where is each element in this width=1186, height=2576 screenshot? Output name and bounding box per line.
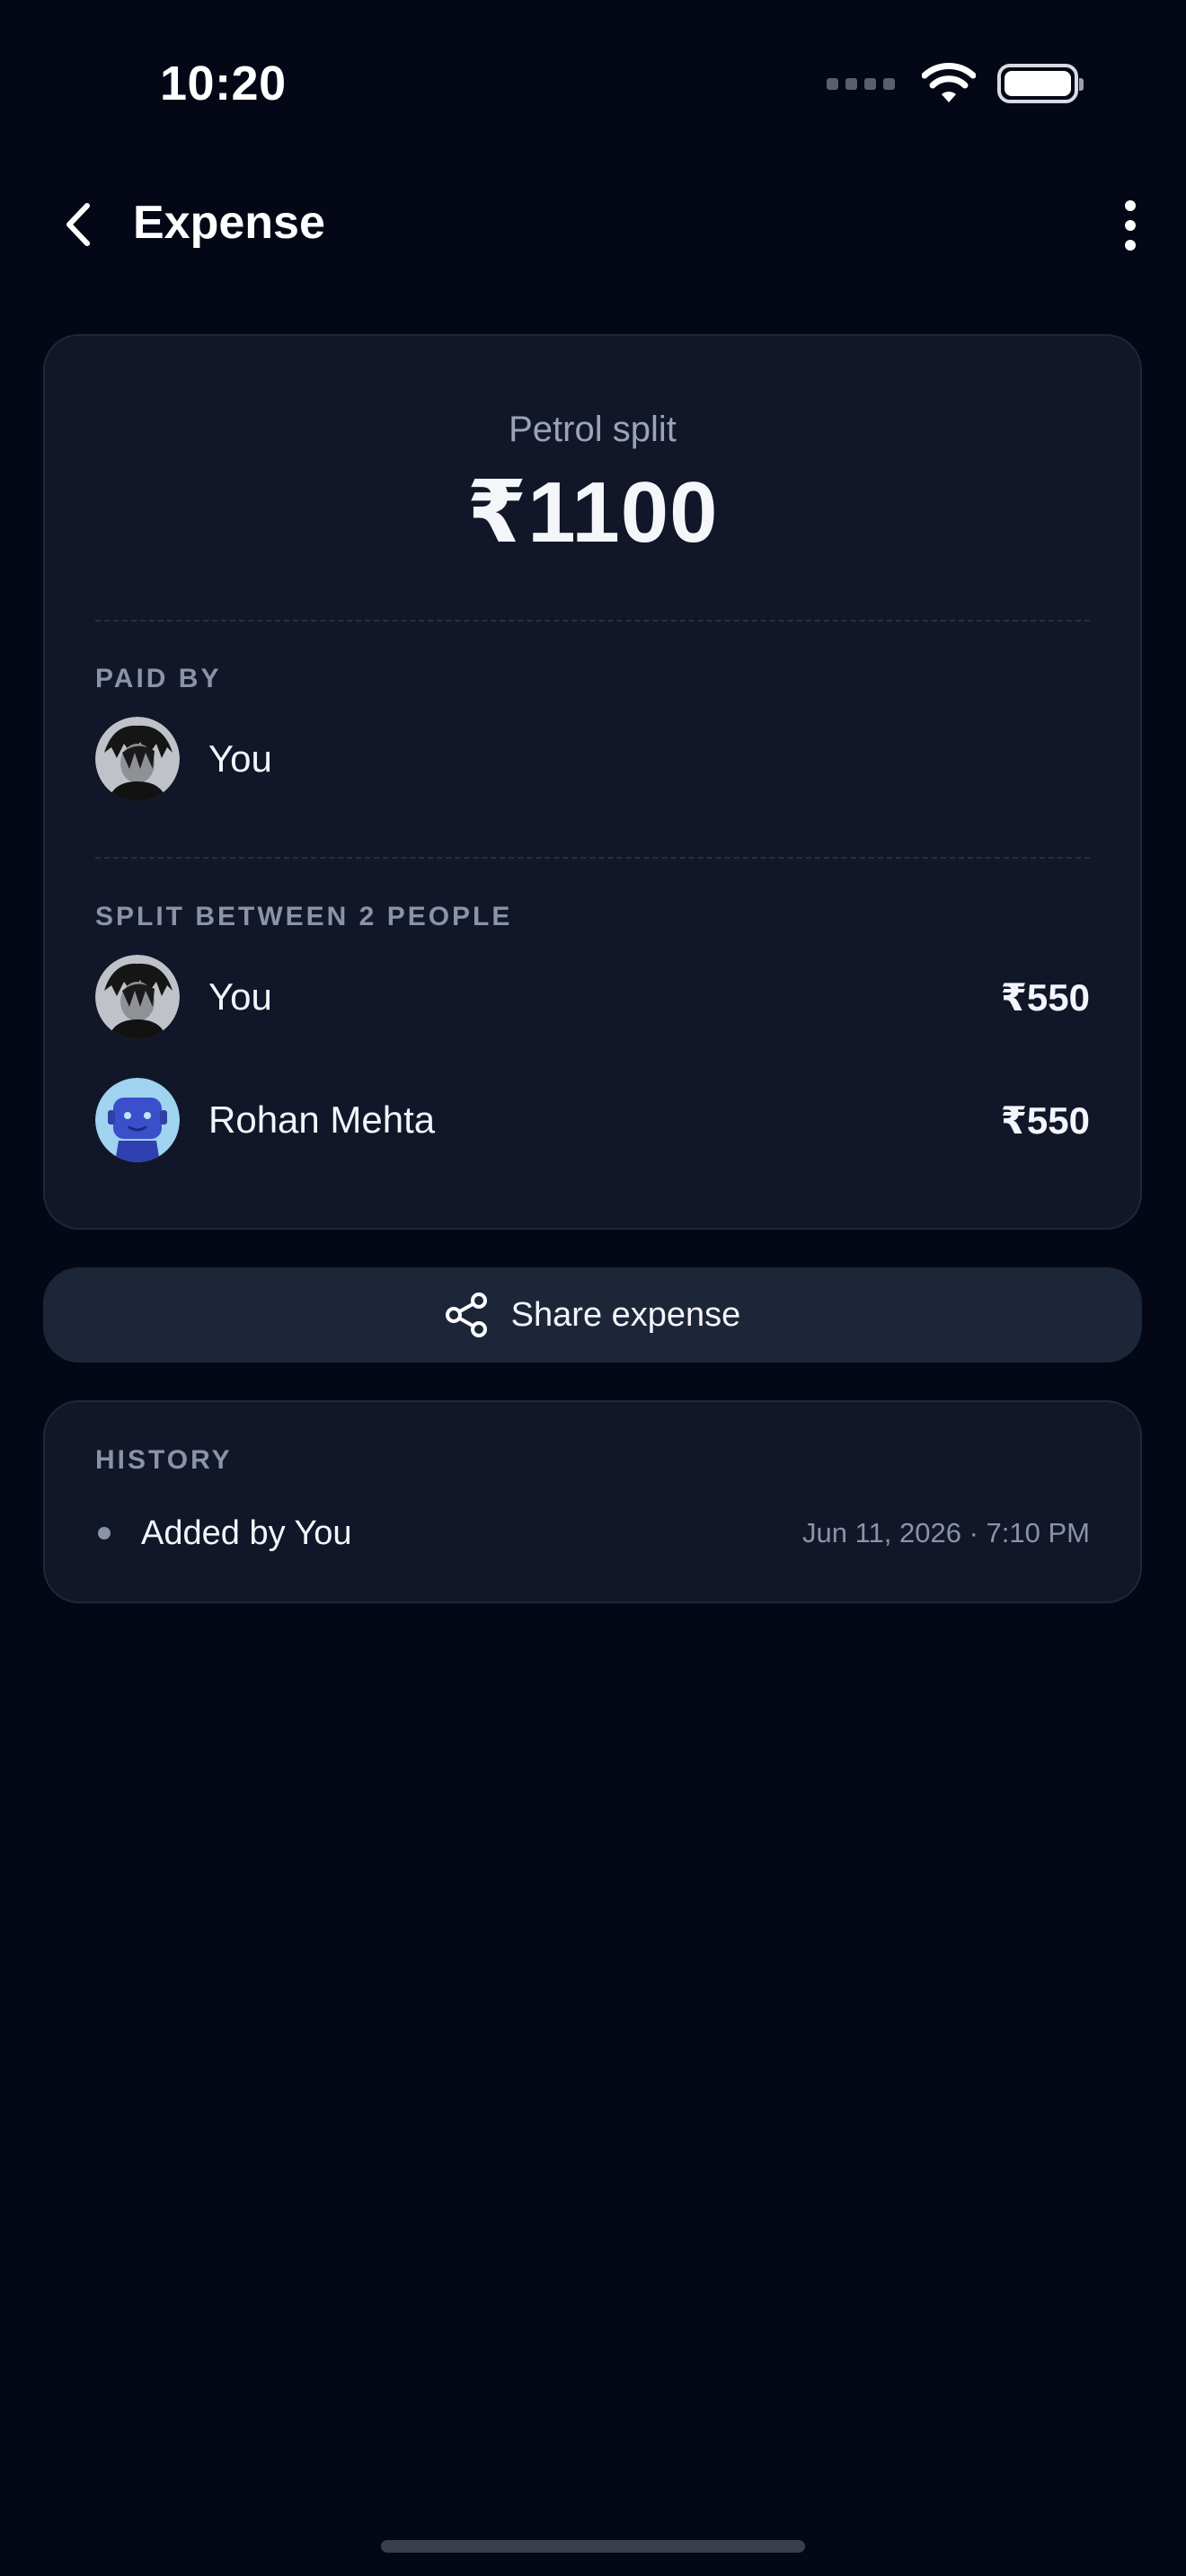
divider	[95, 857, 1090, 859]
status-time: 10:20	[160, 57, 287, 110]
share-icon	[445, 1292, 487, 1337]
expense-detail-screen: 10:20 Expense Petrol split ₹1100 PAID BY	[0, 0, 1186, 2576]
status-icons	[827, 63, 1084, 104]
expense-amount: ₹1100	[466, 464, 719, 560]
expense-title: Petrol split	[509, 410, 677, 449]
history-card: HISTORY Added by You Jun 11, 2026 · 7:10…	[43, 1400, 1142, 1603]
split-person-name: Rohan Mehta	[208, 1098, 436, 1141]
cellular-signal-icon	[827, 77, 895, 90]
expense-summary-card: Petrol split ₹1100 PAID BY You SPLIT BET…	[43, 334, 1142, 1230]
divider	[95, 620, 1090, 622]
split-person-amount: ₹550	[1000, 975, 1090, 1019]
avatar-you	[95, 717, 180, 801]
avatar-rohan-mehta	[95, 1078, 180, 1162]
chevron-left-icon	[66, 203, 90, 246]
split-label: SPLIT BETWEEN 2 PEOPLE	[95, 902, 513, 931]
share-expense-label: Share expense	[510, 1295, 741, 1334]
app-header: Expense	[0, 180, 1186, 269]
paid-by-label: PAID BY	[95, 664, 222, 693]
home-indicator[interactable]	[381, 2540, 805, 2553]
paid-by-name: You	[208, 737, 272, 780]
paid-by-row[interactable]: You	[95, 716, 1090, 802]
split-row[interactable]: You ₹550	[95, 954, 1090, 1040]
history-entry: Added by You Jun 11, 2026 · 7:10 PM	[95, 1506, 1090, 1560]
more-vertical-icon	[1125, 200, 1136, 211]
split-person-name: You	[208, 975, 272, 1018]
wifi-icon	[922, 63, 976, 102]
split-person-amount: ₹550	[1000, 1098, 1090, 1142]
split-row[interactable]: Rohan Mehta ₹550	[95, 1077, 1090, 1163]
back-button[interactable]	[52, 198, 106, 251]
avatar-you	[95, 955, 180, 1039]
page-title: Expense	[133, 197, 325, 249]
more-options-button[interactable]	[1103, 194, 1157, 257]
history-entry-text: Added by You	[141, 1513, 352, 1552]
share-expense-button[interactable]: Share expense	[43, 1267, 1142, 1363]
history-label: HISTORY	[95, 1445, 233, 1475]
battery-icon	[997, 64, 1084, 103]
bullet-icon	[98, 1527, 111, 1539]
history-entry-time: Jun 11, 2026 · 7:10 PM	[802, 1517, 1090, 1548]
